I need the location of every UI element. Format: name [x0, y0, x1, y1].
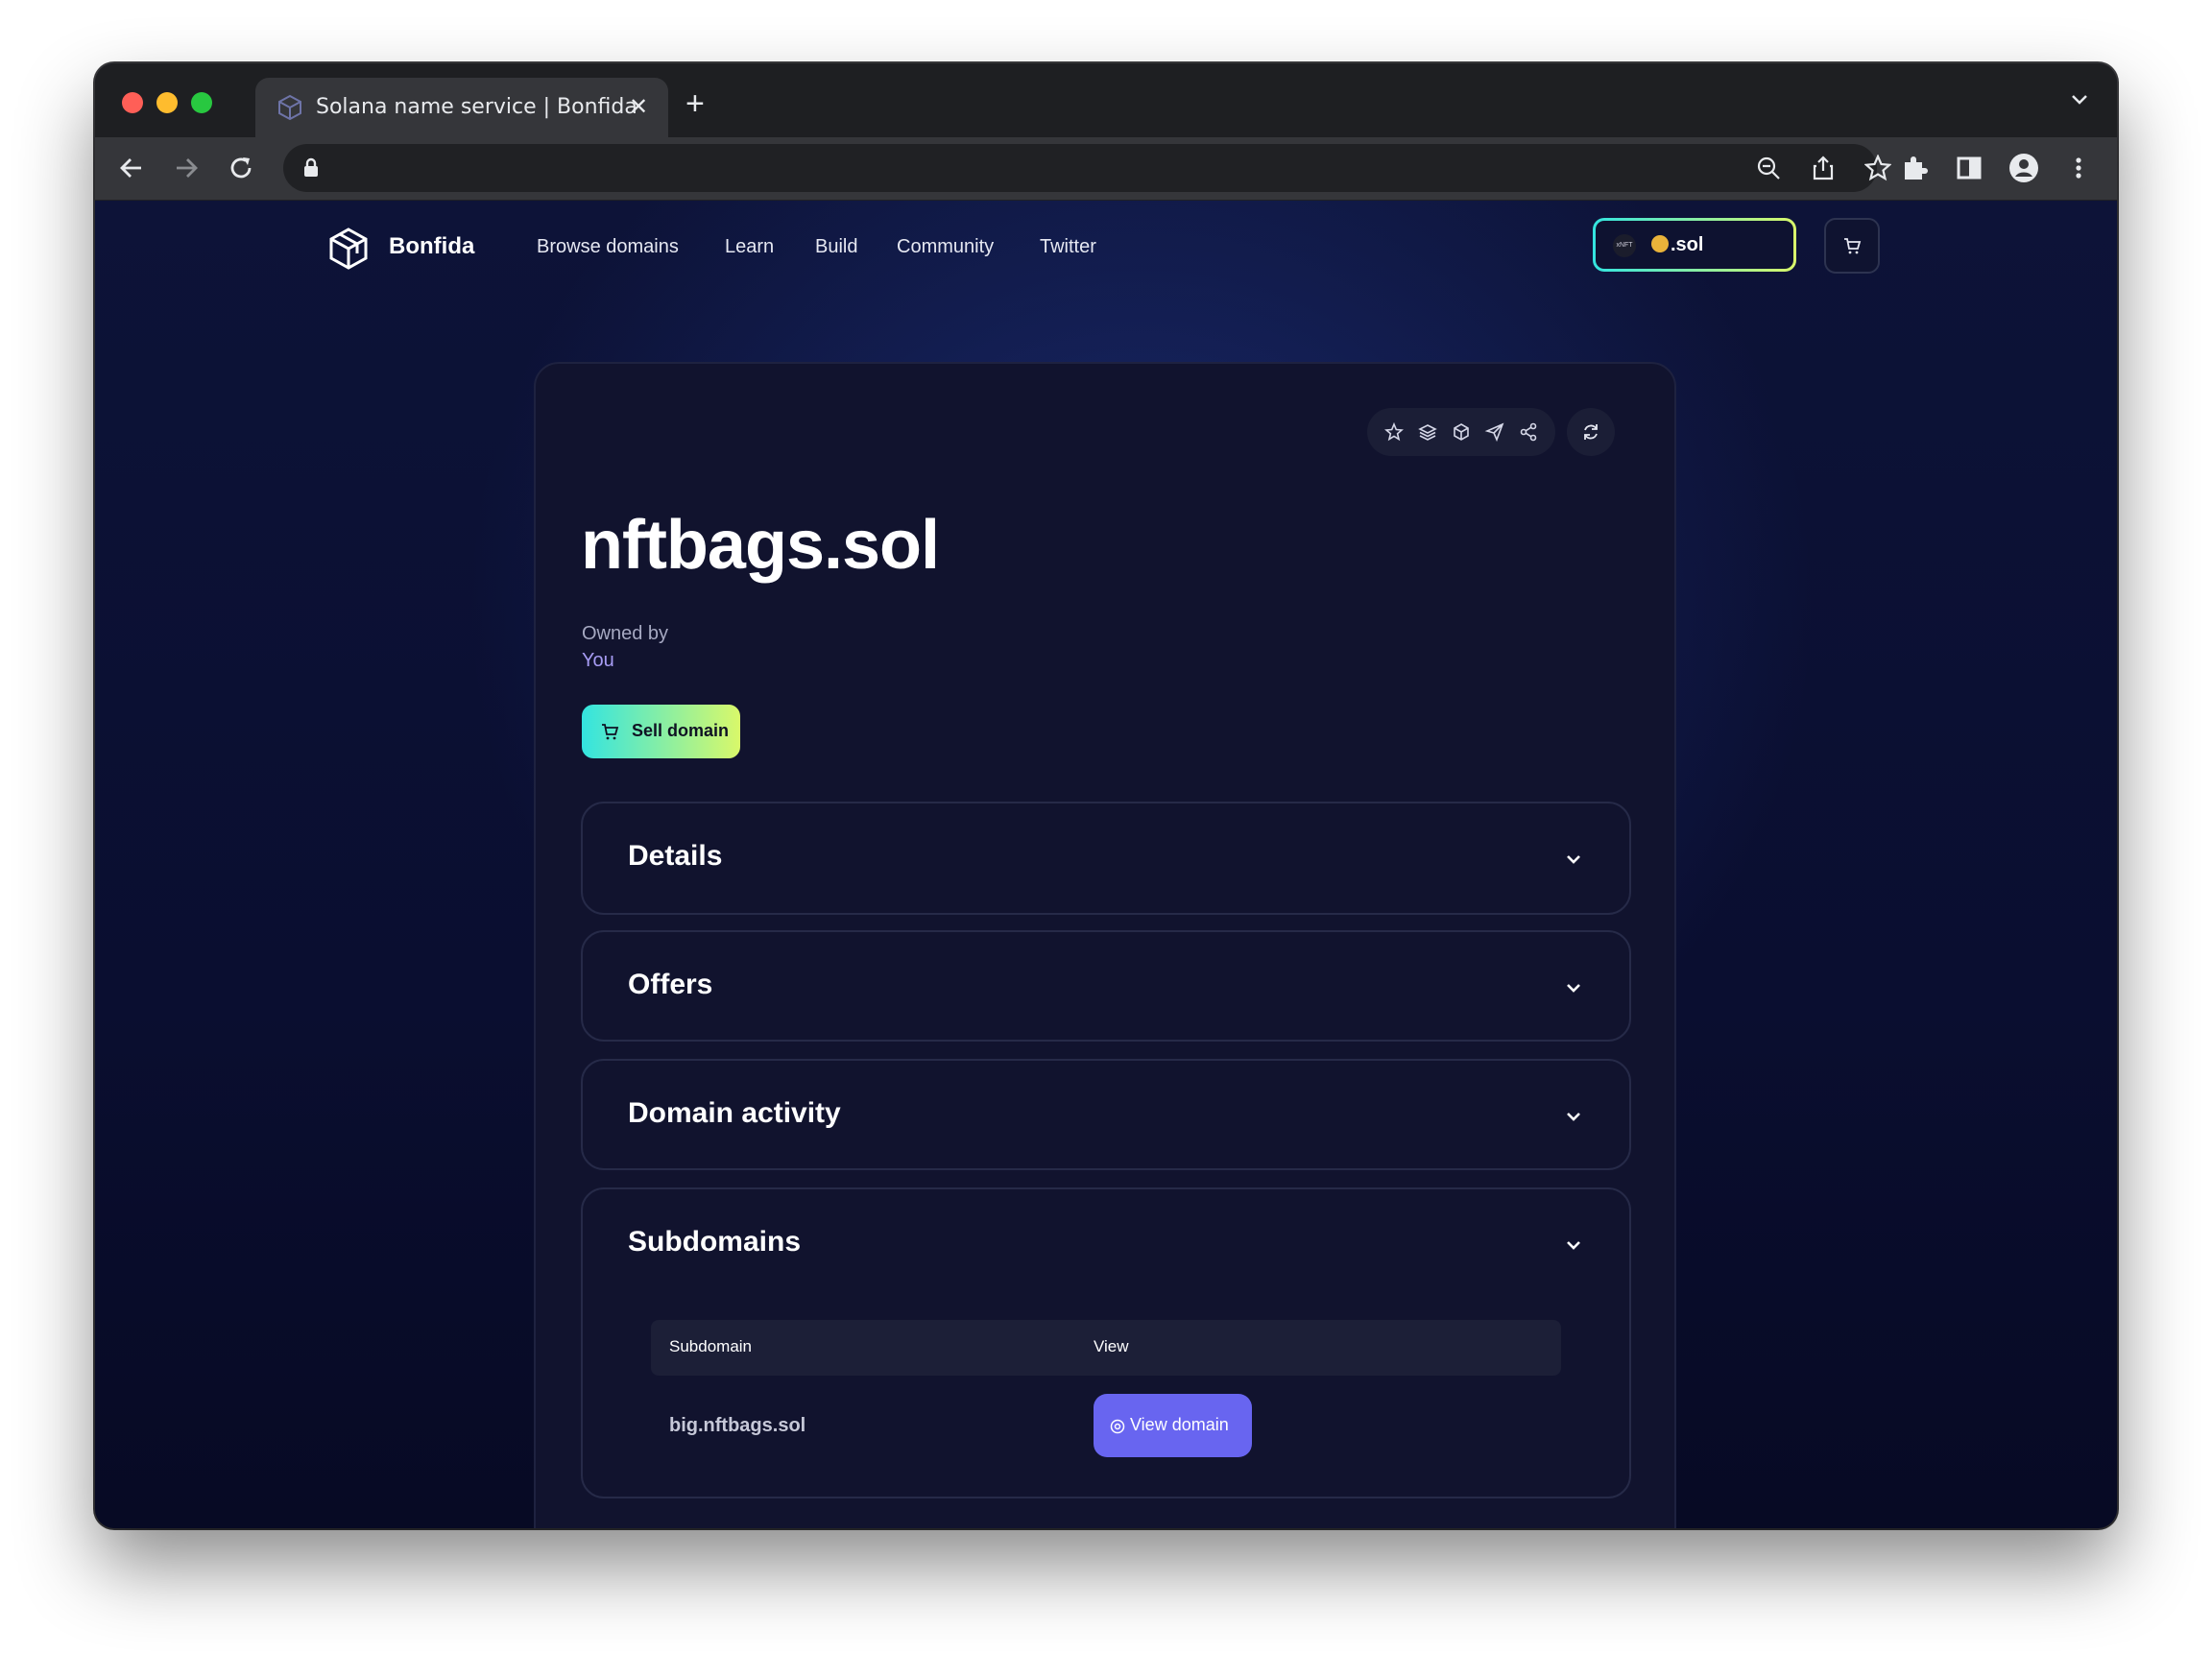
layers-icon[interactable]	[1417, 421, 1438, 443]
nav-community[interactable]: Community	[897, 236, 994, 258]
site-navbar: Bonfida Browse domains Learn Build Commu…	[95, 201, 2117, 297]
bonfida-logo-icon[interactable]	[328, 227, 369, 271]
owned-by-label: Owned by	[582, 623, 669, 644]
forward-arrow-icon[interactable]	[169, 151, 204, 185]
wallet-sol-button[interactable]: xNFT .sol	[1593, 218, 1796, 272]
sol-suffix: .sol	[1671, 234, 1704, 255]
subdomains-accordion[interactable]: Subdomains Subdomain View big.nftbags.so…	[581, 1187, 1631, 1498]
offers-accordion[interactable]: Offers	[581, 930, 1631, 1042]
profile-avatar-icon[interactable]	[2007, 151, 2041, 185]
eye-icon	[1110, 1419, 1125, 1434]
tab-close-icon[interactable]: ✕	[620, 89, 657, 126]
more-menu-icon[interactable]	[2061, 151, 2096, 185]
domain-actions-bar	[1367, 408, 1555, 456]
nav-learn[interactable]: Learn	[725, 236, 774, 258]
user-avatar-icon	[1651, 235, 1669, 252]
transfer-send-icon[interactable]	[1484, 421, 1505, 443]
browser-window: Solana name service | Bonfida ✕ + Bonfid…	[95, 63, 2117, 1528]
chevron-down-icon[interactable]	[1564, 1235, 1583, 1255]
refresh-button[interactable]	[1567, 408, 1615, 456]
lock-icon[interactable]	[301, 156, 322, 180]
refresh-icon	[1584, 424, 1598, 440]
chevron-down-icon[interactable]	[1564, 850, 1583, 869]
cart-icon	[602, 724, 619, 740]
nav-build[interactable]: Build	[815, 236, 857, 258]
domain-activity-accordion[interactable]: Domain activity	[581, 1059, 1631, 1170]
tab-bar: Solana name service | Bonfida ✕ +	[95, 63, 2117, 137]
nav-browse-domains[interactable]: Browse domains	[537, 236, 679, 258]
sell-domain-label: Sell domain	[632, 721, 730, 740]
extensions-puzzle-icon[interactable]	[1897, 151, 1932, 185]
tab-search-chevron-icon[interactable]	[2069, 88, 2090, 109]
chevron-down-icon[interactable]	[1564, 978, 1583, 997]
owner-value[interactable]: You	[582, 650, 614, 672]
bonfida-favicon-icon	[278, 94, 301, 121]
column-subdomain: Subdomain	[669, 1337, 753, 1355]
offers-title: Offers	[628, 969, 713, 1000]
domain-activity-title: Domain activity	[628, 1097, 841, 1129]
column-view: View	[1094, 1337, 1129, 1355]
domain-card: nftbags.sol Owned by You Sell domain Det…	[534, 362, 1676, 1528]
view-domain-button[interactable]: View domain	[1094, 1394, 1252, 1457]
subdomains-table-header: Subdomain View	[651, 1320, 1561, 1376]
details-accordion[interactable]: Details	[581, 802, 1631, 915]
browser-toolbar	[95, 137, 2117, 201]
bookmark-star-icon[interactable]	[1864, 155, 1891, 181]
subdomains-title: Subdomains	[628, 1226, 802, 1258]
tab-title: Solana name service | Bonfida	[316, 95, 637, 119]
view-domain-label: View domain	[1130, 1415, 1229, 1434]
sell-domain-button[interactable]: Sell domain	[582, 705, 740, 758]
cart-icon	[1844, 238, 1862, 254]
cart-button[interactable]	[1824, 218, 1880, 274]
minimize-window-button[interactable]	[156, 92, 178, 113]
domain-title: nftbags.sol	[581, 507, 940, 584]
page-content: Bonfida Browse domains Learn Build Commu…	[95, 201, 2117, 1528]
browser-tab[interactable]: Solana name service | Bonfida ✕	[255, 78, 668, 137]
close-window-button[interactable]	[122, 92, 143, 113]
reload-icon[interactable]	[224, 151, 258, 185]
back-arrow-icon[interactable]	[114, 151, 149, 185]
side-panel-icon[interactable]	[1952, 151, 1986, 185]
maximize-window-button[interactable]	[191, 92, 212, 113]
share-nodes-icon[interactable]	[1518, 421, 1539, 443]
favorite-star-icon[interactable]	[1383, 421, 1405, 443]
details-title: Details	[628, 840, 723, 872]
chevron-down-icon[interactable]	[1564, 1107, 1583, 1126]
address-bar[interactable]	[283, 144, 1891, 192]
xnft-badge: xNFT	[1613, 234, 1636, 257]
zoom-icon[interactable]	[1756, 156, 1781, 180]
nft-cube-icon[interactable]	[1451, 421, 1472, 443]
nav-twitter[interactable]: Twitter	[1040, 236, 1096, 258]
share-icon[interactable]	[1811, 155, 1836, 181]
subdomain-name: big.nftbags.sol	[669, 1415, 806, 1436]
brand-name[interactable]: Bonfida	[389, 233, 474, 260]
new-tab-button[interactable]: +	[685, 87, 705, 120]
wallet-domain-label: .sol	[1651, 234, 1703, 256]
